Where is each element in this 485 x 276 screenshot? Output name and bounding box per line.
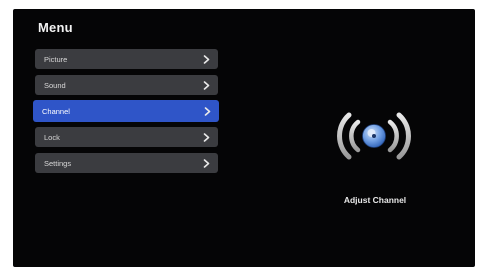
menu-item-label: Lock (44, 132, 60, 142)
menu-item-settings[interactable]: Settings (35, 153, 218, 173)
menu-item-sound[interactable]: Sound (35, 75, 218, 95)
chevron-right-icon (203, 54, 210, 64)
chevron-right-icon (203, 80, 210, 90)
menu-item-label: Sound (44, 80, 66, 90)
menu-item-channel[interactable]: Channel (33, 100, 219, 122)
tv-screen: Menu Picture Sound Channel Lock Settings (13, 9, 475, 267)
menu-item-picture[interactable]: Picture (35, 49, 218, 69)
menu-item-label: Settings (44, 158, 72, 168)
preview-label: Adjust Channel (343, 195, 407, 205)
menu-title: Menu (38, 20, 73, 35)
chevron-right-icon (204, 106, 211, 116)
menu-list: Picture Sound Channel Lock Settings (33, 49, 219, 179)
broadcast-disc-icon (337, 112, 411, 160)
chevron-right-icon (203, 132, 210, 142)
menu-item-lock[interactable]: Lock (35, 127, 218, 147)
menu-item-label: Picture (44, 54, 68, 64)
menu-item-label: Channel (42, 106, 70, 116)
chevron-right-icon (203, 158, 210, 168)
